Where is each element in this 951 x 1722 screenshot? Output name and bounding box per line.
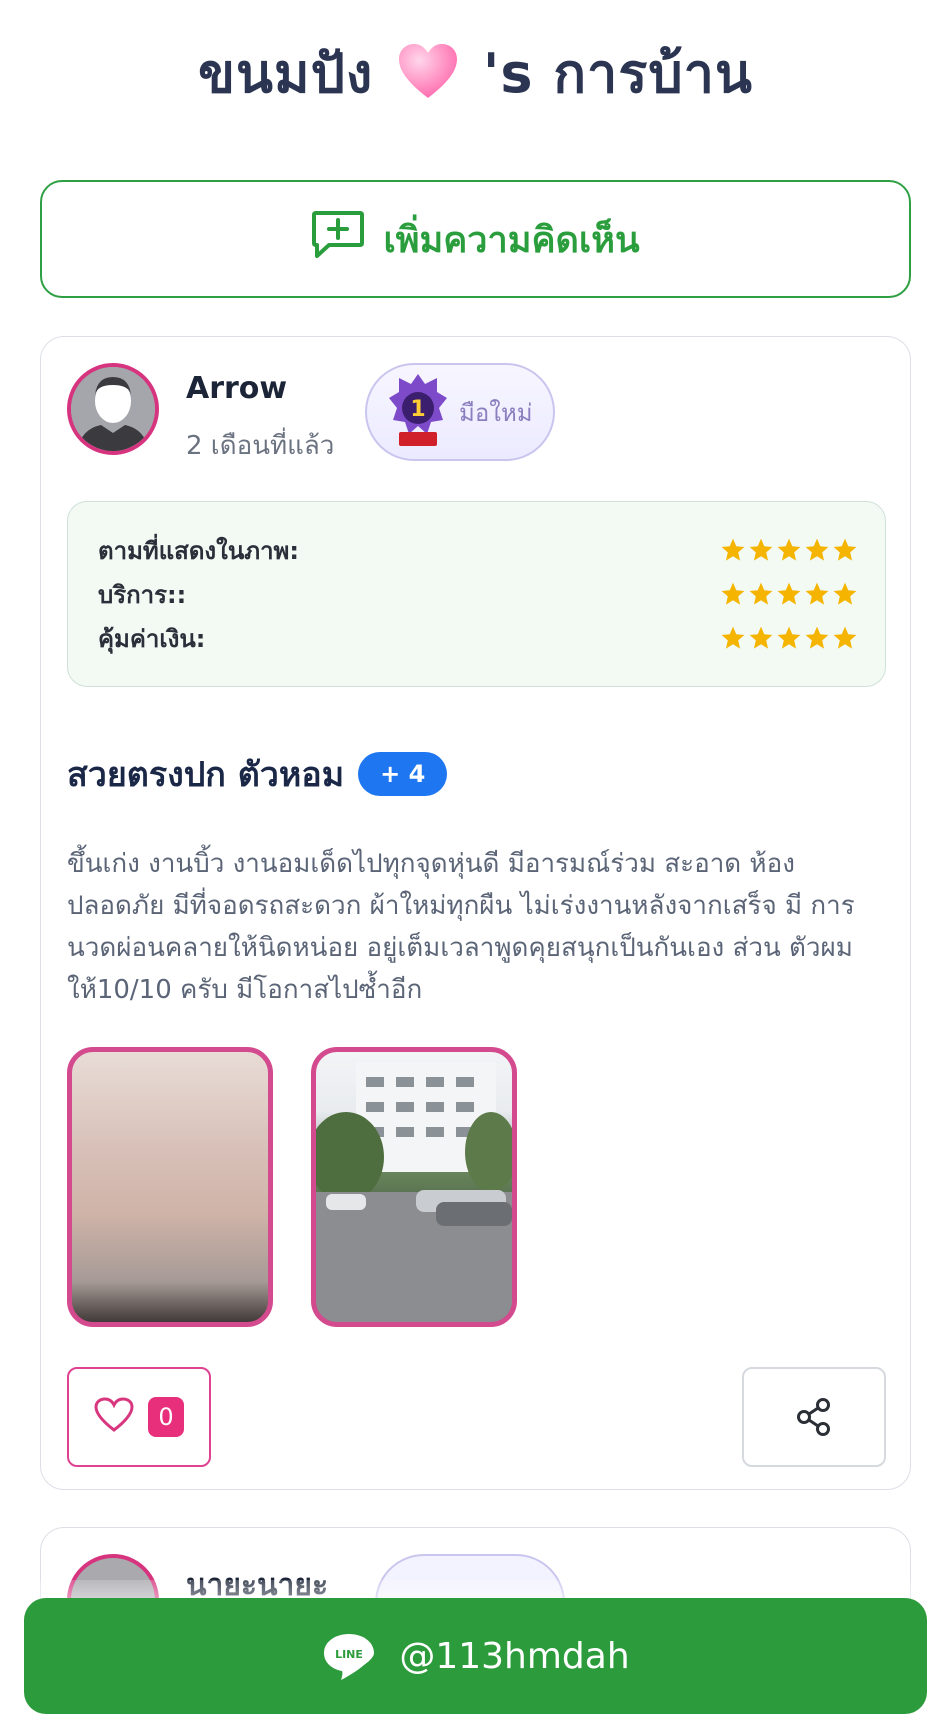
star-icon xyxy=(833,582,857,605)
rank-1-badge-icon: 1 xyxy=(389,374,447,446)
star-rating xyxy=(720,581,858,607)
star-rating xyxy=(720,625,858,651)
star-icon xyxy=(777,538,801,561)
review-title: สวยตรงปก ตัวหอม + 4 xyxy=(67,747,448,801)
share-icon xyxy=(797,1398,830,1436)
review-title-text: สวยตรงปก ตัวหอม xyxy=(67,755,345,795)
rank-badge: 1 มือใหม่ xyxy=(365,363,555,461)
rating-label: คุ้มค่าเงิน: xyxy=(98,624,206,653)
star-icon xyxy=(721,582,745,605)
heart-outline-icon xyxy=(94,1397,134,1437)
add-comment-label: เพิ่มความคิดเห็น xyxy=(383,219,640,261)
page-title: ขนมปัง 's การบ้าน xyxy=(0,30,951,116)
rating-box: ตามที่แสดงในภาพ: บริการ:: คุ้มค่าเงิน: xyxy=(67,501,886,687)
more-tags-button[interactable]: + 4 xyxy=(358,752,448,796)
like-count: 0 xyxy=(148,1397,184,1437)
star-icon xyxy=(833,626,857,649)
building-photo-art xyxy=(316,1062,512,1322)
like-button[interactable]: 0 xyxy=(67,1367,211,1467)
share-button[interactable] xyxy=(742,1367,886,1467)
page-title-prefix: ขนมปัง xyxy=(198,42,374,105)
line-app-icon: LINE xyxy=(324,1634,375,1680)
star-icon xyxy=(777,626,801,649)
star-rating xyxy=(720,537,858,563)
line-id: @113hmdah xyxy=(399,1635,630,1677)
star-icon xyxy=(749,626,773,649)
page-title-suffix: 's การบ้าน xyxy=(482,42,753,105)
rating-row: ตามที่แสดงในภาพ: xyxy=(98,530,858,570)
review-photo[interactable] xyxy=(67,1047,273,1327)
avatar[interactable] xyxy=(67,363,159,455)
comment-plus-icon xyxy=(311,210,365,269)
rating-label: บริการ:: xyxy=(98,580,187,609)
default-user-icon xyxy=(71,367,155,451)
rating-label: ตามที่แสดงในภาพ: xyxy=(98,536,299,565)
star-icon xyxy=(833,538,857,561)
star-icon xyxy=(749,582,773,605)
star-icon xyxy=(805,582,829,605)
line-icon-label: LINE xyxy=(335,1648,363,1661)
rating-row: คุ้มค่าเงิน: xyxy=(98,618,858,658)
pink-heart-icon xyxy=(397,42,459,113)
review-card: Arrow 2 เดือนที่แล้ว 1 มือใหม่ ตามที่แสด… xyxy=(40,336,911,1490)
star-icon xyxy=(777,582,801,605)
rank-label: มือใหม่ xyxy=(459,398,533,427)
star-icon xyxy=(805,626,829,649)
author-name[interactable]: Arrow xyxy=(186,371,287,406)
star-icon xyxy=(749,538,773,561)
svg-text:1: 1 xyxy=(410,397,425,422)
review-photo[interactable] xyxy=(311,1047,517,1327)
star-icon xyxy=(721,538,745,561)
review-body: ขึ้นเก่ง งานบิ้ว งานอมเด็ดไปทุกจุดหุ่นดี… xyxy=(67,849,855,1005)
line-contact-button[interactable]: LINE @113hmdah xyxy=(24,1598,927,1714)
rating-row: บริการ:: xyxy=(98,574,858,614)
star-icon xyxy=(805,538,829,561)
star-icon xyxy=(721,626,745,649)
post-time: 2 เดือนที่แล้ว xyxy=(186,431,335,461)
add-comment-button[interactable]: เพิ่มความคิดเห็น xyxy=(40,180,911,298)
